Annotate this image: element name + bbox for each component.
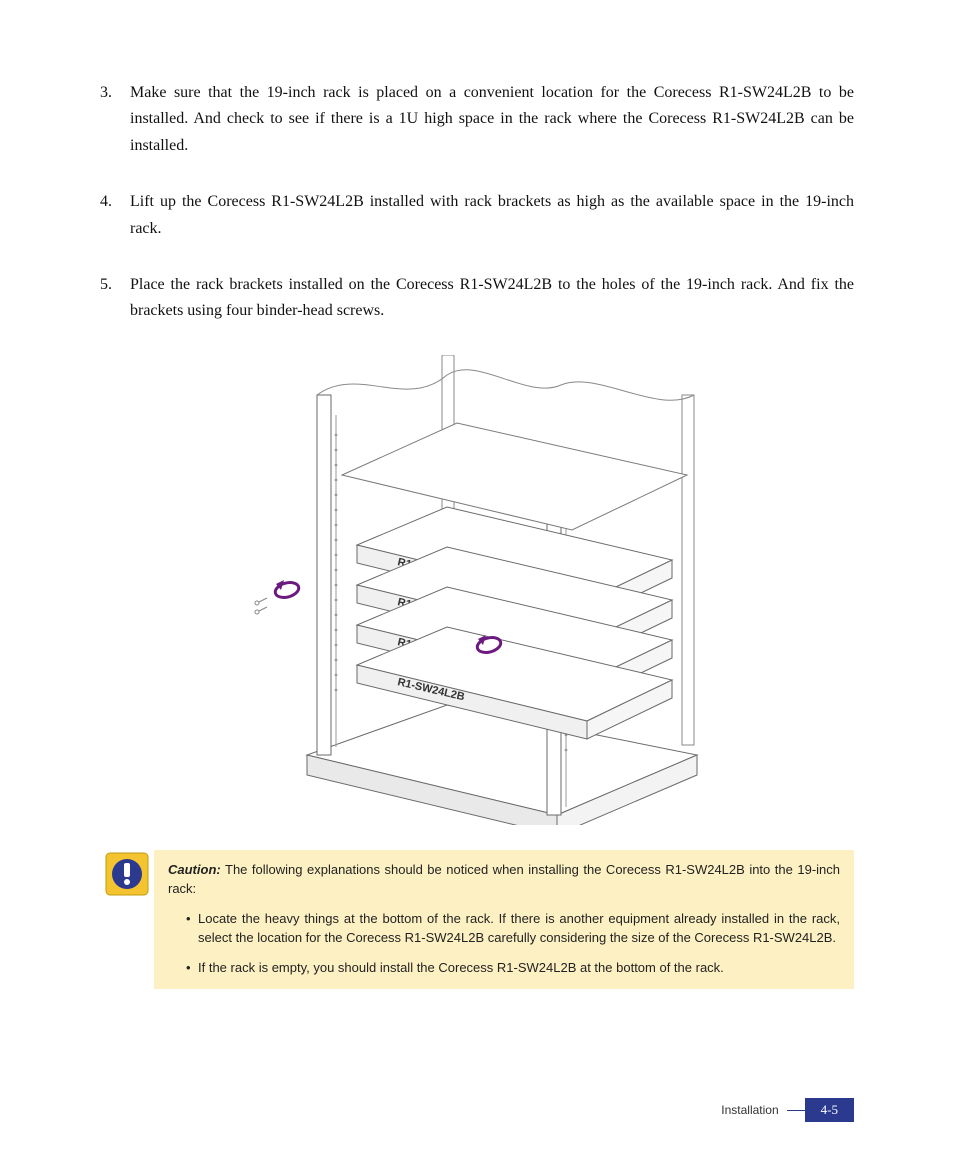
caution-list: Locate the heavy things at the bottom of… bbox=[168, 909, 840, 978]
rack-illustration: R1-SW24L2B R1-SW24L2B R1-SW24L2B R1-SW24… bbox=[237, 355, 717, 825]
step-number: 5. bbox=[100, 272, 130, 325]
instruction-step: 4. Lift up the Corecess R1-SW24L2B insta… bbox=[100, 189, 854, 242]
step-text: Make sure that the 19-inch rack is place… bbox=[130, 80, 854, 159]
document-page: 3. Make sure that the 19-inch rack is pl… bbox=[0, 0, 954, 1168]
rack-figure: R1-SW24L2B R1-SW24L2B R1-SW24L2B R1-SW24… bbox=[100, 355, 854, 830]
footer-divider bbox=[787, 1110, 805, 1111]
caution-box: Caution: The following explanations shou… bbox=[154, 850, 854, 990]
step-text: Lift up the Corecess R1-SW24L2B installe… bbox=[130, 189, 854, 242]
step-number: 3. bbox=[100, 80, 130, 159]
step-text: Place the rack brackets installed on the… bbox=[130, 272, 854, 325]
caution-icon bbox=[100, 850, 154, 896]
caution-lead: Caution: The following explanations shou… bbox=[168, 860, 840, 899]
page-footer: Installation 4-5 bbox=[721, 1098, 854, 1122]
instruction-list: 3. Make sure that the 19-inch rack is pl… bbox=[100, 80, 854, 325]
caution-lead-text: The following explanations should be not… bbox=[168, 862, 840, 897]
footer-section: Installation bbox=[721, 1103, 786, 1117]
caution-row: Caution: The following explanations shou… bbox=[100, 850, 854, 990]
caution-item: If the rack is empty, you should install… bbox=[186, 958, 840, 978]
caution-item: Locate the heavy things at the bottom of… bbox=[186, 909, 840, 948]
caution-title: Caution: bbox=[168, 862, 221, 877]
screw-arrow-icon bbox=[255, 580, 300, 614]
instruction-step: 3. Make sure that the 19-inch rack is pl… bbox=[100, 80, 854, 159]
instruction-step: 5. Place the rack brackets installed on … bbox=[100, 272, 854, 325]
step-number: 4. bbox=[100, 189, 130, 242]
page-number: 4-5 bbox=[805, 1098, 854, 1122]
